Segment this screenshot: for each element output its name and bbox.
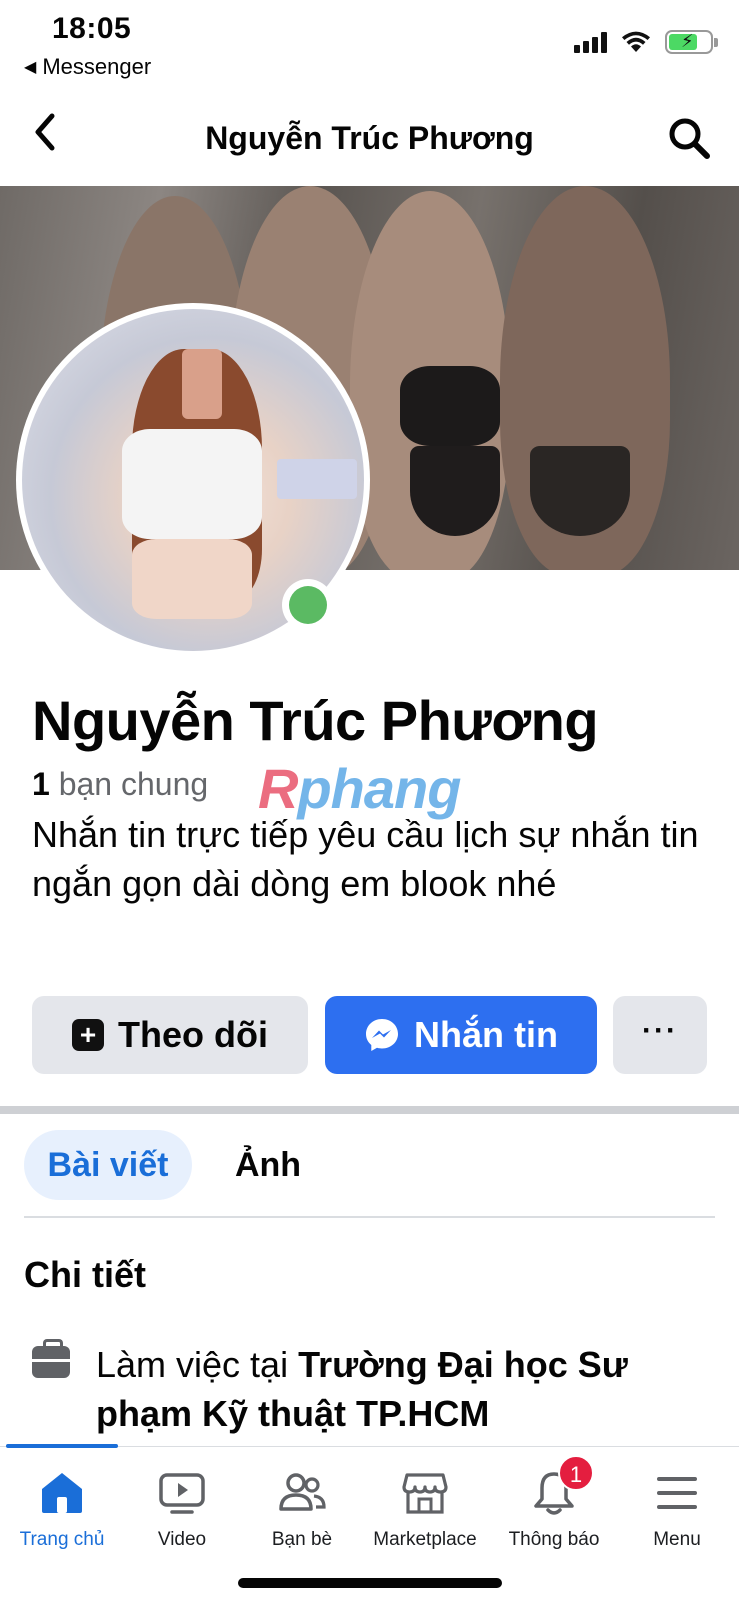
top-navigation: Nguyễn Trúc Phương: [0, 100, 739, 180]
status-icons: ⚡: [574, 30, 718, 54]
home-icon: [38, 1469, 86, 1517]
mutual-friends-count: 1: [32, 766, 50, 802]
nav-menu[interactable]: Menu: [615, 1469, 739, 1551]
nav-marketplace[interactable]: Marketplace: [363, 1469, 487, 1551]
cellular-signal-icon: [574, 31, 607, 53]
section-divider: [0, 1106, 739, 1114]
nav-menu-label: Menu: [653, 1529, 701, 1550]
follow-icon: [72, 1019, 104, 1051]
mutual-friends-label: bạn chung: [58, 766, 209, 802]
tabs-divider: [24, 1216, 715, 1218]
back-triangle-icon: ◀: [24, 59, 37, 76]
nav-video-label: Video: [157, 1529, 207, 1550]
mutual-friends[interactable]: 1 bạn chung: [32, 766, 208, 803]
tab-photos[interactable]: Ảnh: [208, 1130, 328, 1200]
details-heading: Chi tiết: [24, 1254, 146, 1295]
friends-icon: [278, 1469, 326, 1517]
marketplace-icon: [401, 1469, 449, 1517]
nav-friends-label: Bạn bè: [271, 1529, 333, 1550]
profile-name: Nguyễn Trúc Phương: [32, 689, 599, 752]
nav-notifications[interactable]: 1 Thông báo: [492, 1455, 616, 1551]
online-status-indicator: [282, 579, 334, 631]
nav-friends[interactable]: Bạn bè: [240, 1469, 364, 1551]
search-icon: [669, 118, 710, 159]
battery-icon: ⚡: [665, 30, 718, 54]
profile-bio: Nhắn tin trực tiếp yêu cầu lịch sự nhắn …: [32, 814, 699, 904]
bell-icon: 1: [530, 1455, 594, 1517]
more-options-icon: ···: [642, 1014, 678, 1047]
active-tab-indicator: [6, 1444, 118, 1448]
work-detail: Làm việc tại Trường Đại học Sư phạm Kỹ t…: [96, 1340, 716, 1438]
search-button[interactable]: [665, 114, 713, 162]
back-app-label: Messenger: [42, 54, 152, 79]
back-to-app-link[interactable]: ◀ Messenger: [24, 54, 151, 80]
more-options-button[interactable]: ···: [613, 996, 707, 1074]
page-title: Nguyễn Trúc Phương: [205, 120, 534, 156]
tab-posts[interactable]: Bài viết: [24, 1130, 192, 1200]
message-label: Nhắn tin: [414, 1014, 558, 1055]
messenger-icon: [366, 1019, 398, 1051]
follow-button[interactable]: Theo dõi: [32, 996, 308, 1074]
nav-video[interactable]: Video: [120, 1469, 244, 1551]
menu-icon: [653, 1469, 701, 1517]
nav-notifications-label: Thông báo: [508, 1529, 600, 1550]
nav-marketplace-label: Marketplace: [373, 1529, 477, 1550]
work-prefix: Làm việc tại: [96, 1344, 299, 1385]
status-bar: 18:05 ◀ Messenger ⚡: [0, 0, 739, 90]
message-button[interactable]: Nhắn tin: [325, 996, 597, 1074]
video-icon: [158, 1469, 206, 1517]
briefcase-icon: [32, 1339, 70, 1378]
follow-label: Theo dõi: [118, 1014, 268, 1055]
bottom-navigation: Trang chủ Video Bạn bè Marketplace 1 Thô…: [0, 1444, 739, 1600]
nav-home[interactable]: Trang chủ: [0, 1469, 124, 1551]
notification-badge: 1: [558, 1455, 594, 1491]
nav-home-label: Trang chủ: [19, 1529, 105, 1550]
status-time: 18:05: [52, 12, 132, 45]
wifi-icon: [622, 31, 650, 52]
home-indicator[interactable]: [238, 1578, 502, 1588]
